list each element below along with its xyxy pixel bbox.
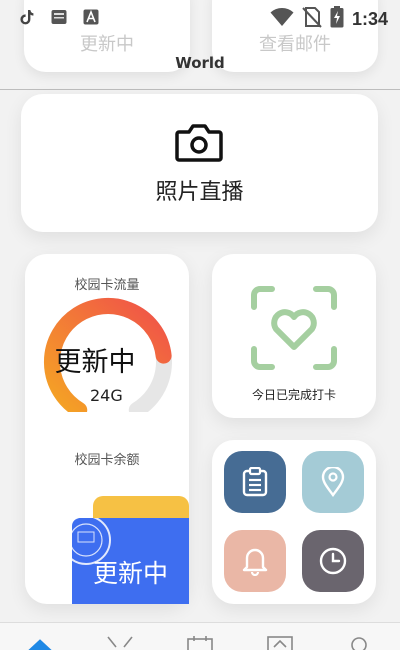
photo-live-label: 照片直播	[155, 180, 244, 205]
clock-icon	[319, 547, 347, 575]
app-shortcuts-card	[212, 440, 376, 604]
nav-discover[interactable]	[106, 635, 134, 650]
clock-time: 1:34	[351, 8, 388, 29]
font-app-icon	[82, 8, 100, 26]
nav-calendar[interactable]	[186, 635, 214, 650]
schedule-button[interactable]	[302, 530, 364, 592]
bell-icon	[242, 548, 268, 576]
campus-card-graphic: 更新中	[72, 518, 189, 604]
camera-icon	[175, 122, 223, 166]
bottom-nav	[0, 622, 400, 650]
tiktok-icon	[18, 8, 36, 26]
calendar-icon	[187, 636, 213, 650]
system-icons: 1:34	[270, 6, 388, 32]
header-divider	[0, 89, 400, 90]
checkin-card[interactable]: 今日已完成打卡	[212, 254, 376, 418]
gallery-icon	[267, 636, 293, 650]
notification-button[interactable]	[224, 530, 286, 592]
status-bar: 1:34	[0, 0, 400, 36]
discover-icon	[107, 636, 133, 648]
campus-balance-title: 校园卡余额	[74, 453, 140, 468]
battery-charging-icon	[330, 6, 344, 32]
location-button[interactable]	[302, 451, 364, 513]
balance-value: 更新中	[92, 559, 168, 588]
no-sim-icon	[302, 6, 322, 32]
page-title: World	[175, 54, 225, 72]
wifi-icon	[270, 7, 294, 31]
clipboard-icon	[242, 467, 268, 497]
traffic-sub: 24G	[90, 386, 123, 405]
campus-traffic-title: 校园卡流量	[74, 278, 140, 293]
heart-scan-icon	[251, 286, 337, 370]
traffic-value: 更新中	[54, 347, 136, 378]
nav-search[interactable]	[346, 635, 374, 650]
search-icon	[351, 637, 367, 650]
checkin-label: 今日已完成打卡	[251, 388, 336, 402]
notification-icons	[18, 8, 100, 26]
location-pin-icon	[321, 467, 345, 497]
app-notification-icon	[50, 8, 68, 26]
nav-home[interactable]	[26, 635, 54, 650]
photo-live-card[interactable]: 照片直播	[21, 94, 378, 232]
nav-gallery[interactable]	[266, 635, 294, 650]
home-icon	[28, 639, 52, 650]
clipboard-button[interactable]	[224, 451, 286, 513]
